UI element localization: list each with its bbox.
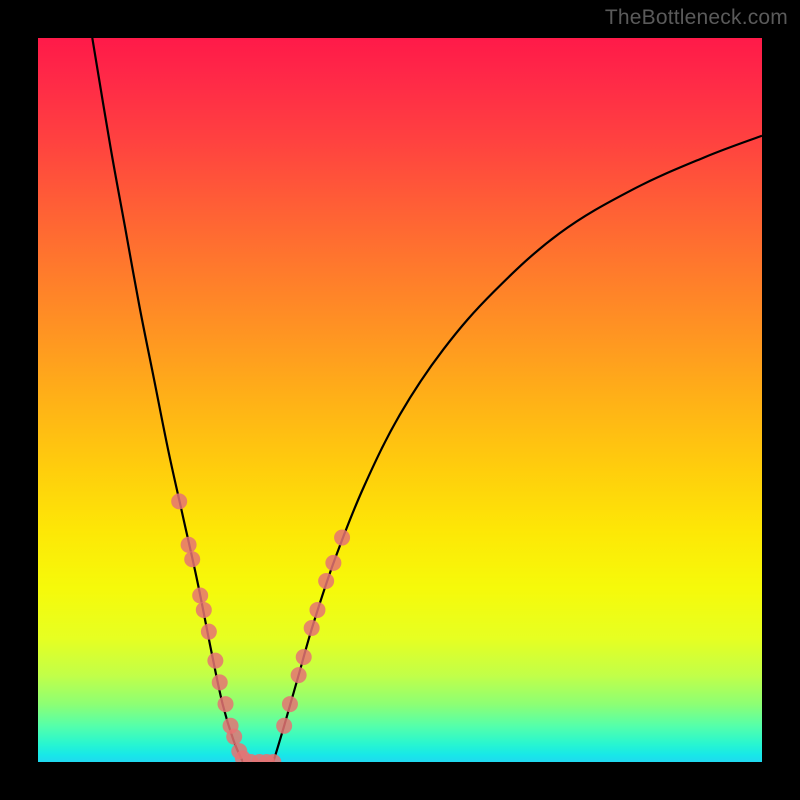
data-marker: [309, 602, 325, 618]
data-marker: [207, 653, 223, 669]
data-marker: [196, 602, 212, 618]
chart-frame: TheBottleneck.com: [0, 0, 800, 800]
data-marker: [212, 674, 228, 690]
data-marker: [201, 624, 217, 640]
data-marker: [325, 555, 341, 571]
data-marker: [318, 573, 334, 589]
data-marker: [296, 649, 312, 665]
data-marker: [218, 696, 234, 712]
data-marker: [192, 587, 208, 603]
data-marker: [226, 729, 242, 745]
data-marker: [291, 667, 307, 683]
data-marker: [171, 493, 187, 509]
plot-area: [38, 38, 762, 762]
data-marker: [334, 530, 350, 546]
data-marker: [282, 696, 298, 712]
data-marker: [304, 620, 320, 636]
chart-svg: [38, 38, 762, 762]
data-marker: [184, 551, 200, 567]
right-curve: [273, 136, 762, 762]
watermark-text: TheBottleneck.com: [605, 6, 788, 30]
data-marker: [181, 537, 197, 553]
left-curve: [92, 38, 243, 762]
data-marker: [276, 718, 292, 734]
